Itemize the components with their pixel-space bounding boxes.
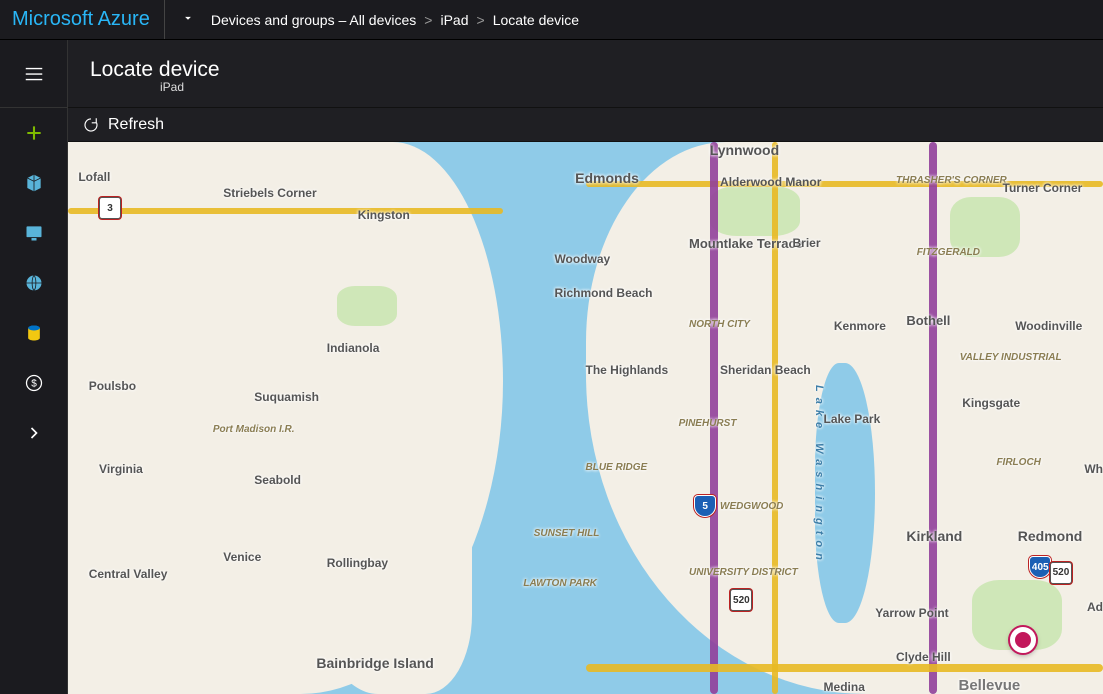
sidebar-globe-icon[interactable] [0,258,67,308]
breadcrumb: Devices and groups – All devices > iPad … [211,12,579,28]
breadcrumb-separator: > [469,12,493,28]
refresh-icon [82,116,100,134]
map-label: Redmond [1018,528,1083,544]
map-label: Alderwood Manor [720,175,821,189]
map-label: Medina [824,680,865,694]
map-label: FIRLOCH [996,457,1040,468]
svg-text:$: $ [31,378,37,389]
map-label: Bellevue [959,677,1021,694]
blade-title: Locate device [90,58,1081,82]
map-road [586,664,1103,672]
breadcrumb-separator: > [416,12,440,28]
device-location-marker[interactable] [1010,627,1036,653]
sidebar-monitor-icon[interactable] [0,208,67,258]
map-label: Brier [793,236,821,250]
sidebar: $ [0,40,68,694]
map-label: Richmond Beach [554,286,652,300]
map-road [772,142,778,694]
map-label: Kingsgate [962,396,1020,410]
map-label: Sheridan Beach [720,363,811,377]
refresh-button[interactable]: Refresh [82,116,164,134]
map-label: Kenmore [834,319,886,333]
map-label: Lynnwood [710,142,779,158]
map-label: Striebels Corner [223,186,316,200]
map-label: Rollingbay [327,556,388,570]
map-label: Indianola [327,341,380,355]
map-label: Virginia [99,462,143,476]
map-label: Bainbridge Island [316,655,433,671]
map-label: Port Madison I.R. [213,424,295,435]
map-label: THRASHER'S CORNER [896,175,1007,186]
map-label: BLUE RIDGE [586,462,648,473]
route-shield-icon: 520 [730,589,752,611]
map-label: Poulsbo [89,379,136,393]
map-label: Kingston [358,208,410,222]
top-bar: Microsoft Azure Devices and groups – All… [0,0,1103,40]
map-label: Wh [1084,462,1103,476]
sidebar-cube-icon[interactable] [0,158,67,208]
map-label: Lofall [78,170,110,184]
map-label-water: Lake Washington [813,385,825,566]
blade-header: Locate device iPad [68,40,1103,108]
refresh-label: Refresh [108,116,164,134]
map-park [337,286,397,326]
map-label: Yarrow Point [875,606,948,620]
breadcrumb-item[interactable]: Devices and groups – All devices [211,12,416,28]
map-label: VALLEY INDUSTRIAL [960,352,1062,363]
breadcrumb-item[interactable]: iPad [440,12,468,28]
map-label: Woodinville [1015,319,1082,333]
hamburger-button[interactable] [0,40,67,108]
route-shield-icon: 520 [1050,562,1072,584]
map-label: SUNSET HILL [534,528,600,539]
brand-logo[interactable]: Microsoft Azure [8,0,165,39]
map-label: LAWTON PARK [523,578,597,589]
command-bar: Refresh [68,108,1103,142]
map-label: Edmonds [575,170,639,186]
map-label: Suquamish [254,390,319,404]
blade-subtitle: iPad [160,80,1081,94]
map[interactable]: Lofall Striebels Corner Kingston Indiano… [68,142,1103,694]
sidebar-billing-icon[interactable]: $ [0,358,67,408]
map-label: Bothell [906,313,950,328]
map-label: Lake Park [824,412,881,426]
map-label: UNIVERSITY DISTRICT [689,567,798,578]
map-label: PINEHURST [679,418,737,429]
sidebar-more-icon[interactable] [0,408,67,458]
map-label: Venice [223,550,261,564]
map-label: Mountlake Terrace [689,236,803,251]
map-label: Seabold [254,473,301,487]
breadcrumb-item[interactable]: Locate device [493,12,579,28]
blade: Locate device iPad Refresh Lof [68,40,1103,694]
sidebar-add[interactable] [0,108,67,158]
map-road [68,208,503,214]
map-label: Clyde Hill [896,650,951,664]
map-label: Kirkland [906,528,962,544]
map-park [710,186,800,236]
breadcrumb-dropdown[interactable] [165,11,211,28]
map-label: WEDGWOOD [720,501,783,512]
sidebar-sql-icon[interactable] [0,308,67,358]
map-label: NORTH CITY [689,319,750,330]
map-label: Turner Corner [1003,181,1083,195]
map-label: The Highlands [586,363,669,377]
route-shield-icon: 3 [99,197,121,219]
map-label: Central Valley [89,567,168,581]
map-label: Ad [1087,600,1103,614]
map-label: Woodway [554,252,610,266]
map-label: FITZGERALD [917,247,980,258]
